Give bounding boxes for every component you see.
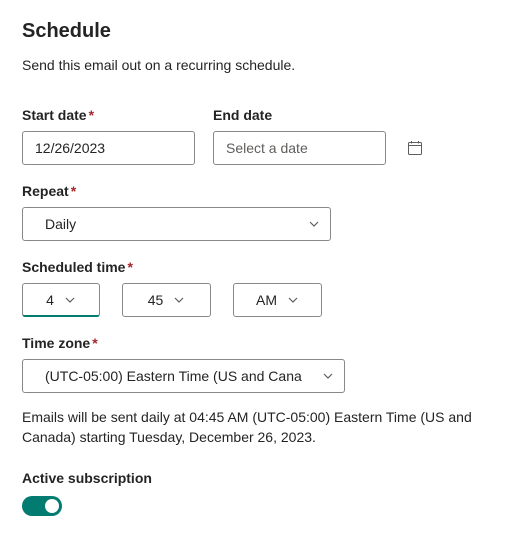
chevron-down-icon [308,218,320,230]
start-date-field: Start date* [22,107,195,165]
timezone-label: Time zone* [22,335,492,351]
timezone-select[interactable]: (UTC-05:00) Eastern Time (US and Cana [22,359,345,393]
end-date-field: End date [213,107,386,165]
required-marker: * [127,259,132,275]
minute-value: 45 [148,292,164,308]
chevron-down-icon [173,294,185,306]
minute-select[interactable]: 45 [122,283,211,317]
chevron-down-icon [287,294,299,306]
schedule-summary: Emails will be sent daily at 04:45 AM (U… [22,407,492,448]
start-date-input-wrap[interactable] [22,131,195,165]
end-date-input-wrap[interactable] [213,131,386,165]
timezone-field: Time zone* (UTC-05:00) Eastern Time (US … [22,335,492,393]
repeat-label-text: Repeat [22,183,69,199]
repeat-select[interactable]: Daily [22,207,331,241]
page-description: Send this email out on a recurring sched… [22,57,492,73]
end-date-input[interactable] [226,140,407,156]
scheduled-time-field: Scheduled time* 4 45 AM [22,259,492,317]
chevron-down-icon [322,370,334,382]
start-date-label-text: Start date [22,107,87,123]
calendar-icon[interactable] [407,140,423,156]
timezone-label-text: Time zone [22,335,90,351]
required-marker: * [89,107,94,123]
repeat-field: Repeat* Daily [22,183,492,241]
toggle-thumb [45,499,59,513]
end-date-label: End date [213,107,386,123]
start-date-label: Start date* [22,107,195,123]
required-marker: * [92,335,97,351]
start-date-input[interactable] [35,140,216,156]
required-marker: * [71,183,76,199]
repeat-label: Repeat* [22,183,492,199]
repeat-value: Daily [45,216,308,232]
scheduled-time-label-text: Scheduled time [22,259,125,275]
page-title: Schedule [22,20,492,43]
hour-select[interactable]: 4 [22,283,100,317]
active-subscription-toggle[interactable] [22,496,62,516]
hour-value: 4 [46,292,54,308]
chevron-down-icon [64,294,76,306]
scheduled-time-label: Scheduled time* [22,259,492,275]
period-select[interactable]: AM [233,283,322,317]
timezone-value: (UTC-05:00) Eastern Time (US and Cana [45,368,322,384]
period-value: AM [256,292,277,308]
active-subscription-label: Active subscription [22,470,492,486]
